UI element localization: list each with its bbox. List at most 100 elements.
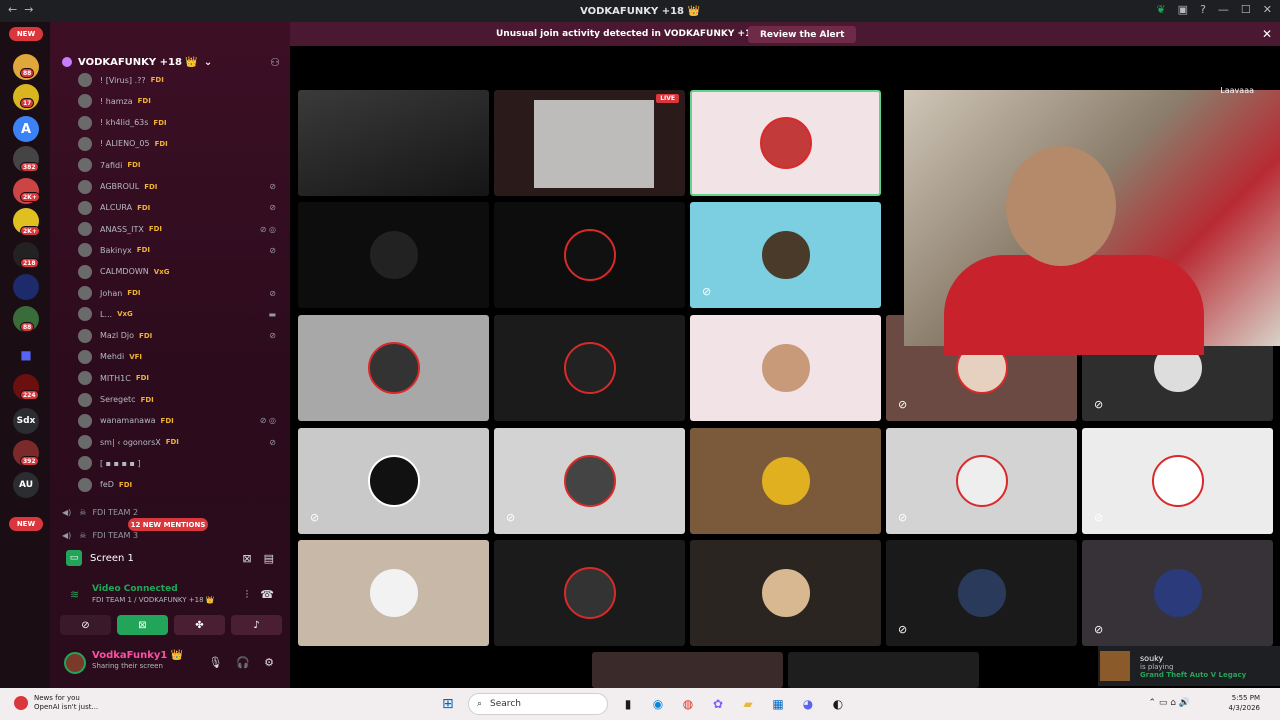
video-tile[interactable] bbox=[494, 202, 685, 308]
noise-suppression-icon[interactable]: ⫶ bbox=[246, 588, 249, 602]
video-tile[interactable]: ⊘ bbox=[1082, 428, 1273, 534]
voice-member[interactable]: ! hamza FDI bbox=[78, 91, 284, 111]
folder-icon[interactable]: ▰ bbox=[738, 694, 758, 714]
chrome-icon[interactable]: ◍ bbox=[678, 694, 698, 714]
server-icon[interactable] bbox=[13, 274, 39, 300]
new-unreads-pill[interactable]: NEW bbox=[9, 27, 43, 41]
news-widget[interactable]: News for you OpenAI isn't just... bbox=[14, 694, 98, 712]
avatar bbox=[78, 179, 92, 194]
video-tile-selected[interactable] bbox=[690, 90, 881, 196]
review-alert-button[interactable]: Review the Alert bbox=[748, 26, 857, 43]
activity-toast[interactable]: souky is playing Grand Theft Auto V Lega… bbox=[1098, 646, 1280, 686]
new-unreads-pill[interactable]: NEW bbox=[9, 517, 43, 531]
video-tile[interactable] bbox=[494, 540, 685, 646]
video-tile[interactable]: ⊘ bbox=[886, 540, 1077, 646]
video-tile[interactable] bbox=[690, 428, 881, 534]
minimize-icon[interactable]: — bbox=[1218, 3, 1229, 16]
server-icon[interactable]: A bbox=[13, 116, 39, 142]
voice-member[interactable]: Bakinyx FDI ⊘ bbox=[78, 240, 284, 260]
voice-member[interactable]: ! kh4lid_63s FDI bbox=[78, 113, 284, 133]
search-box[interactable]: ⌕ Search bbox=[468, 693, 608, 715]
activity-status: is playing bbox=[1140, 662, 1174, 671]
tray-icons[interactable]: ⌃ ▭ ⌂ 🔊 bbox=[1148, 698, 1190, 708]
leaf-icon[interactable]: ❦ bbox=[1156, 3, 1165, 16]
voice-member[interactable]: Mazl Djo FDI ⊘ bbox=[78, 326, 284, 346]
stream-settings-icon[interactable]: ▤ bbox=[264, 552, 274, 565]
avatar bbox=[759, 117, 812, 169]
video-tile[interactable] bbox=[592, 652, 783, 688]
server-sdx[interactable]: Sdx bbox=[13, 408, 39, 434]
member-tag: FDI bbox=[136, 246, 150, 255]
member-tag: FDI bbox=[127, 289, 141, 297]
discord-icon[interactable]: ◕ bbox=[798, 694, 818, 714]
file-icon[interactable]: ▮ bbox=[618, 694, 638, 714]
microphone-icon[interactable]: 🎙 bbox=[208, 656, 222, 669]
voice-member[interactable]: MITH1C FDI bbox=[78, 368, 284, 388]
video-tile[interactable]: ⊘ bbox=[1082, 540, 1273, 646]
edge-icon[interactable]: ◉ bbox=[648, 694, 668, 714]
windows-start-icon[interactable]: ⊞ bbox=[442, 696, 458, 712]
video-tile[interactable] bbox=[298, 202, 489, 308]
avatar bbox=[78, 200, 92, 215]
maximize-icon[interactable]: ☐ bbox=[1241, 3, 1251, 16]
voice-member[interactable]: wanamanawa FDI ⊘ ◎ bbox=[78, 411, 284, 431]
folder-icon[interactable]: ■ bbox=[13, 342, 39, 368]
add-user-icon[interactable]: ⚇ bbox=[270, 56, 280, 69]
close-window-icon[interactable]: ✕ bbox=[1263, 3, 1272, 16]
member-name: MITH1C bbox=[100, 373, 131, 383]
member-tag: FDI bbox=[144, 182, 158, 191]
video-tile[interactable] bbox=[298, 540, 489, 646]
voice-member[interactable]: Seregetc FDI bbox=[78, 390, 284, 410]
chevron-down-icon[interactable]: ⌄ bbox=[204, 57, 212, 68]
new-mentions-pill[interactable]: 12 NEW MENTIONS bbox=[128, 518, 208, 531]
video-tile[interactable]: ⊘ bbox=[690, 202, 881, 308]
disconnect-icon[interactable]: ☎ bbox=[260, 588, 274, 602]
voice-member[interactable]: ALCURA FDI ⊘ bbox=[78, 198, 284, 218]
video-tile[interactable]: ⊘ bbox=[886, 428, 1077, 534]
help-icon[interactable]: ? bbox=[1200, 3, 1206, 16]
voice-member[interactable]: Mehdi VFI bbox=[78, 347, 284, 367]
inbox-icon[interactable]: ▣ bbox=[1178, 3, 1188, 16]
voice-member[interactable]: ! [Virus] .?? FDI bbox=[78, 70, 284, 90]
soundboard-button[interactable]: ♪ bbox=[231, 615, 282, 635]
avatar bbox=[1151, 567, 1204, 619]
voice-member[interactable]: Johan FDI ⊘ bbox=[78, 283, 284, 303]
voice-member[interactable]: ! ALIENO_05 FDI bbox=[78, 134, 284, 154]
video-tile[interactable] bbox=[788, 652, 979, 688]
video-tile[interactable] bbox=[690, 540, 881, 646]
voice-member[interactable]: sm| ‹ ogonorsX FDI ⊘ bbox=[78, 432, 284, 452]
skull-icon: ☠ bbox=[79, 530, 87, 540]
camera-feed[interactable]: Laavaaa bbox=[904, 86, 1280, 355]
voice-member[interactable]: CALMDOWN VxG bbox=[78, 262, 284, 282]
app-icon[interactable]: ✿ bbox=[708, 694, 728, 714]
activities-button[interactable]: ✤ bbox=[174, 615, 225, 635]
video-tile[interactable]: ⊘ bbox=[494, 428, 685, 534]
obs-icon[interactable]: ◐ bbox=[828, 694, 848, 714]
voice-member[interactable]: AGBROUL FDI ⊘ bbox=[78, 177, 284, 197]
headphones-icon[interactable]: 🎧 bbox=[236, 656, 250, 669]
video-tile[interactable]: ⊘ bbox=[298, 428, 489, 534]
video-tile[interactable] bbox=[494, 315, 685, 421]
live-badge: LIVE bbox=[656, 94, 679, 103]
stream-tile[interactable]: LIVE bbox=[494, 90, 685, 196]
clock[interactable]: 5:55 PM 4/3/2026 bbox=[1229, 693, 1260, 713]
voice-member[interactable]: 7afidi FDI bbox=[78, 155, 284, 175]
voice-member[interactable]: ANASS_ITX FDI ⊘ ◎ bbox=[78, 219, 284, 239]
avatar[interactable] bbox=[64, 652, 86, 674]
video-tile[interactable] bbox=[298, 315, 489, 421]
video-tile[interactable] bbox=[298, 90, 489, 196]
store-icon[interactable]: ▦ bbox=[768, 694, 788, 714]
signal-icon[interactable]: ≋ bbox=[70, 588, 79, 601]
close-icon[interactable]: ✕ bbox=[1262, 27, 1272, 41]
voice-member[interactable]: [ ▪ ▪ ▪ ▪ ] bbox=[78, 453, 284, 473]
voice-member[interactable]: feD FDI bbox=[78, 475, 284, 495]
camera-off-button[interactable]: ⊘ bbox=[60, 615, 111, 635]
avatar bbox=[78, 392, 92, 407]
voice-member[interactable]: L... VxG ▬ bbox=[78, 304, 284, 324]
member-tag: FDI bbox=[118, 480, 133, 489]
screen-share-button[interactable]: ⊠ bbox=[117, 615, 168, 635]
video-tile[interactable] bbox=[690, 315, 881, 421]
gear-icon[interactable]: ⚙ bbox=[264, 656, 274, 669]
server-au[interactable]: AU bbox=[13, 472, 39, 498]
stop-stream-icon[interactable]: ⊠ bbox=[242, 552, 251, 565]
